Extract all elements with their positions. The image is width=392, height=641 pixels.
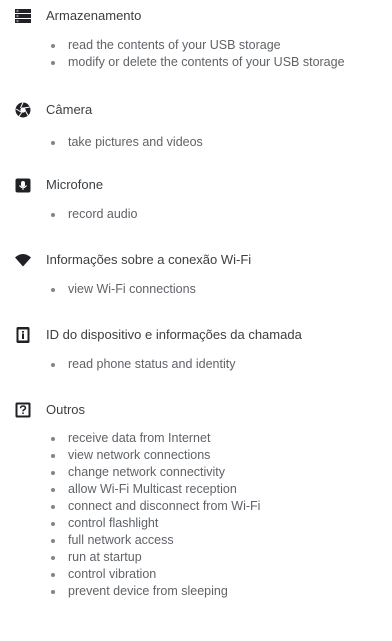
- group-title: ID do dispositivo e informações da chama…: [46, 327, 302, 342]
- permission-items: read phone status and identity: [0, 356, 392, 373]
- group-header: Outros: [0, 400, 392, 420]
- bullet: [51, 213, 55, 217]
- permission-item: read phone status and identity: [0, 356, 392, 373]
- group-title: Câmera: [46, 102, 93, 117]
- permission-group-device-id: ID do dispositivo e informações da chama…: [0, 325, 392, 371]
- permission-item: prevent device from sleeping: [0, 583, 392, 600]
- permission-group-microphone: Microfone record audio: [0, 175, 392, 221]
- permission-item: receive data from Internet: [0, 430, 392, 447]
- bullet: [51, 61, 55, 65]
- permission-group-other: Outros receive data from Internet view n…: [0, 400, 392, 598]
- group-title: Armazenamento: [46, 8, 142, 23]
- bullet: [51, 44, 55, 48]
- bullet: [51, 437, 55, 441]
- permission-group-wifi: Informações sobre a conexão Wi-Fi view W…: [0, 250, 392, 296]
- permission-item: read the contents of your USB storage: [0, 37, 392, 54]
- bullet: [51, 556, 55, 560]
- permission-items: read the contents of your USB storage mo…: [0, 37, 392, 71]
- bullet: [51, 539, 55, 543]
- permission-items: receive data from Internet view network …: [0, 430, 392, 600]
- bullet: [51, 288, 55, 292]
- group-header: Câmera: [0, 100, 392, 120]
- permission-item: connect and disconnect from Wi-Fi: [0, 498, 392, 515]
- bullet: [51, 522, 55, 526]
- permission-item: change network connectivity: [0, 464, 392, 481]
- bullet: [51, 573, 55, 577]
- group-title: Informações sobre a conexão Wi-Fi: [46, 252, 252, 267]
- bullet: [51, 141, 55, 145]
- bullet: [51, 363, 55, 367]
- permission-item: view Wi-Fi connections: [0, 281, 392, 298]
- bullet: [51, 505, 55, 509]
- bullet: [51, 590, 55, 594]
- permission-item: allow Wi-Fi Multicast reception: [0, 481, 392, 498]
- permission-items: record audio: [0, 206, 392, 223]
- permission-item: take pictures and videos: [0, 134, 392, 151]
- permission-item: control flashlight: [0, 515, 392, 532]
- permission-item: modify or delete the contents of your US…: [0, 54, 392, 71]
- bullet: [51, 488, 55, 492]
- permission-group-camera: Câmera take pictures and videos: [0, 100, 392, 149]
- bullet: [51, 454, 55, 458]
- group-title: Microfone: [46, 177, 104, 192]
- permission-item: run at startup: [0, 549, 392, 566]
- device-id-icon: [15, 327, 31, 343]
- storage-icon: [15, 8, 31, 24]
- group-header: ID do dispositivo e informações da chama…: [0, 325, 392, 345]
- wifi-icon: [15, 252, 31, 268]
- group-header: Armazenamento: [0, 6, 392, 26]
- permission-item: full network access: [0, 532, 392, 549]
- permission-group-storage: Armazenamento read the contents of your …: [0, 6, 392, 69]
- group-header: Microfone: [0, 175, 392, 195]
- group-title: Outros: [46, 402, 86, 417]
- microphone-icon: [15, 177, 31, 193]
- permission-item: view network connections: [0, 447, 392, 464]
- permission-item: record audio: [0, 206, 392, 223]
- camera-icon: [15, 102, 31, 118]
- group-header: Informações sobre a conexão Wi-Fi: [0, 250, 392, 270]
- bullet: [51, 471, 55, 475]
- help-question-icon: [15, 402, 31, 418]
- permission-items: take pictures and videos: [0, 134, 392, 151]
- permission-items: view Wi-Fi connections: [0, 281, 392, 298]
- permission-item: control vibration: [0, 566, 392, 583]
